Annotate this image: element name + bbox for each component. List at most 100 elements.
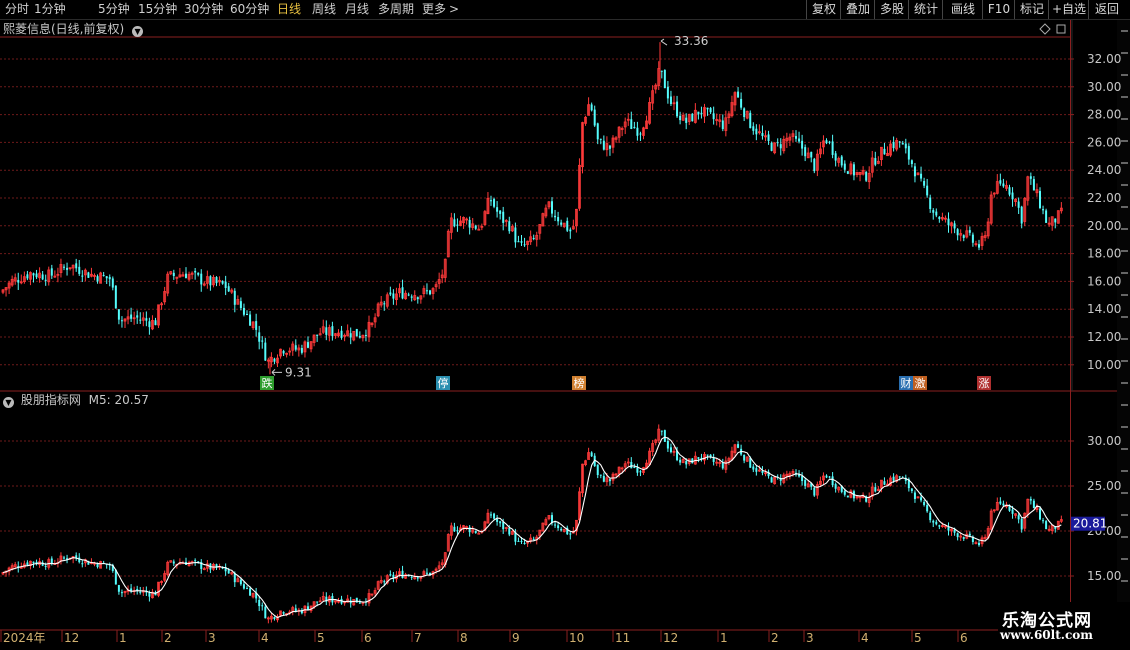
multi-stock-button[interactable]: 多股 — [874, 0, 909, 19]
mark-button[interactable]: 标记 — [1014, 0, 1049, 19]
candle-body — [246, 313, 248, 315]
indicator-candle-body — [679, 459, 682, 463]
back-button[interactable]: 返回 — [1088, 0, 1125, 19]
candle-body — [63, 266, 65, 268]
candle-body — [669, 96, 672, 104]
period-tab-1min[interactable]: 1分钟 — [34, 1, 66, 18]
candle-body — [865, 171, 868, 181]
candle-body — [557, 217, 560, 222]
indicator-candle-body — [81, 563, 84, 565]
candle-body — [551, 201, 553, 214]
period-tab-multi[interactable]: 多周期 — [378, 1, 414, 18]
event-marker-label: 财 — [901, 376, 912, 390]
current-value-tag: 20.81 — [1073, 517, 1107, 531]
x-axis-label: 11 — [615, 631, 630, 645]
indicator-panel-title[interactable]: ▼ 股朋指标网 M5: 20.57 — [3, 392, 149, 408]
candle-body — [956, 229, 959, 236]
x-axis-label: 2024年 — [3, 631, 46, 645]
indicator-candle-body — [120, 592, 123, 594]
indicator-candle-body — [490, 514, 492, 516]
f10-button[interactable]: F10 — [982, 0, 1015, 19]
indicator-candle-body — [770, 477, 773, 483]
indicator-candle-body — [923, 501, 926, 506]
indicator-candle-body — [1042, 520, 1045, 522]
candle-body — [907, 146, 910, 160]
indicator-candle-body — [663, 430, 666, 442]
period-tab-15min[interactable]: 15分钟 — [138, 1, 177, 18]
x-axis-label: 2 — [771, 631, 779, 645]
right-edge-glyph — [1121, 30, 1128, 32]
indicator-candle-body — [242, 584, 245, 589]
indicator-candle-body — [227, 570, 230, 574]
candle-body — [892, 141, 895, 149]
candle-body — [761, 133, 764, 137]
indicator-candle-body — [706, 454, 709, 456]
candle-body — [255, 321, 258, 330]
indicator-candle-body — [630, 461, 633, 469]
candle-body — [114, 285, 117, 309]
candle-body — [514, 227, 517, 243]
candle-body — [508, 221, 511, 232]
candle-body — [532, 237, 535, 239]
x-axis-label: 2 — [164, 631, 172, 645]
candle-body — [779, 144, 782, 149]
period-tab-weekly[interactable]: 周线 — [312, 1, 336, 18]
candle-body — [810, 151, 813, 158]
candle-body — [185, 273, 187, 279]
candle-body — [242, 307, 245, 315]
candle-body — [358, 336, 361, 338]
candle-body — [883, 148, 886, 155]
indicator-candle-body — [813, 487, 816, 496]
draw-line-button[interactable]: 画线 — [942, 0, 983, 19]
indicator-candle-body — [956, 533, 959, 538]
indicator-candle-body — [1039, 508, 1041, 520]
period-tab-timeshare[interactable]: 分时 — [5, 1, 29, 18]
x-axis-label: 6 — [960, 631, 968, 645]
candle-body — [978, 244, 980, 248]
indicator-candle-body — [1002, 503, 1005, 506]
chevron-down-icon[interactable]: ▼ — [132, 26, 144, 37]
period-tab-daily[interactable]: 日线 — [277, 1, 301, 18]
right-edge-glyph — [1121, 184, 1128, 186]
candle-body — [971, 234, 974, 243]
indicator-candle-body — [456, 530, 459, 532]
candle-body — [96, 276, 99, 282]
period-tab-5min[interactable]: 5分钟 — [98, 1, 130, 18]
candle-body — [44, 279, 47, 281]
kline-chart[interactable]: 32.00 30.00 28.00 26.00 24.00 22.00 20.00 18.00… — [0, 20, 1130, 650]
period-tab-monthly[interactable]: 月线 — [345, 1, 369, 18]
period-tab-30min[interactable]: 30分钟 — [184, 1, 223, 18]
candle-body — [798, 138, 801, 142]
candle-body — [636, 127, 639, 136]
indicator-candle-body — [410, 576, 413, 578]
main-panel-title[interactable]: 熙菱信息(日线,前复权) ▼ — [3, 21, 146, 37]
main-y-tick-label: 18.00 — [1087, 247, 1121, 261]
x-axis-label: 5 — [317, 631, 325, 645]
candle-body — [81, 275, 84, 277]
indicator-candle-body — [828, 476, 831, 478]
indicator-candle-body — [846, 495, 849, 498]
chevron-right-icon: > — [449, 2, 460, 16]
period-tab-60min[interactable]: 60分钟 — [230, 1, 269, 18]
candle-body — [1042, 209, 1045, 211]
candle-body — [453, 219, 456, 227]
candle-body — [340, 330, 343, 338]
chevron-down-icon[interactable]: ▼ — [3, 397, 14, 408]
candle-body — [294, 345, 297, 350]
event-marker-label: 跌 — [262, 376, 273, 390]
candle-body — [117, 309, 120, 320]
statistics-button[interactable]: 统计 — [908, 0, 943, 19]
indicator-candle-body — [569, 533, 572, 535]
candle-body — [795, 136, 797, 139]
period-tab-more[interactable]: 更多 > — [422, 1, 459, 18]
indicator-candle-body — [273, 617, 276, 619]
candle-body — [706, 107, 709, 110]
restore-rights-button[interactable]: 复权 — [806, 0, 841, 19]
overlay-button[interactable]: 叠加 — [840, 0, 875, 19]
right-edge-glyph — [1121, 338, 1128, 340]
candle-body — [41, 274, 44, 280]
candle-body — [947, 218, 950, 226]
add-watchlist-button[interactable]: +自选 — [1048, 0, 1089, 19]
indicator-candle-body — [239, 579, 242, 585]
candle-body — [633, 126, 636, 129]
